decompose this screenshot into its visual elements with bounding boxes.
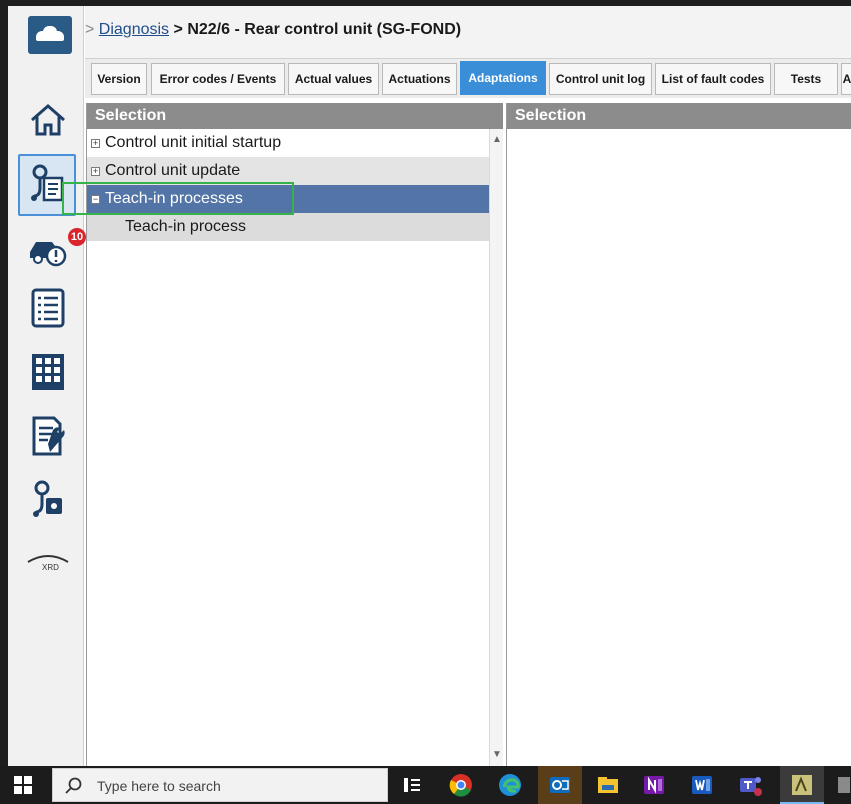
breadcrumb-separator: > (85, 21, 95, 38)
edge-icon[interactable] (496, 771, 524, 799)
home-icon[interactable] (26, 98, 70, 142)
document-wrench-icon[interactable] (26, 414, 70, 458)
expand-icon[interactable]: + (91, 167, 100, 176)
chrome-icon[interactable] (447, 771, 475, 799)
window-frame-left (0, 0, 8, 766)
tree-item-label: Control unit initial startup (105, 134, 282, 151)
tree-item-label: Control unit update (105, 162, 241, 179)
diagnosis-window: 10 XRD > Diagnosis > N22/6 - Rear contro… (0, 0, 851, 804)
grid-icon[interactable] (26, 350, 70, 394)
expand-icon[interactable]: + (91, 139, 100, 148)
taskbar-overflow-icon[interactable] (836, 771, 851, 799)
list-icon[interactable] (26, 286, 70, 330)
scroll-up-icon[interactable]: ▲ (490, 133, 504, 147)
search-icon (65, 777, 82, 794)
app-logo[interactable] (28, 16, 72, 54)
tree-item-control-unit-initial-startup[interactable]: + Control unit initial startup (87, 129, 489, 157)
tab-bar: Version Error codes / Events Actual valu… (85, 58, 851, 98)
tab-adaptations[interactable]: Adaptations (460, 61, 546, 95)
breadcrumb-arrow: > (173, 21, 183, 38)
task-view-icon[interactable] (398, 771, 426, 799)
windows-taskbar: Type here to search (0, 766, 851, 804)
word-icon[interactable] (688, 771, 716, 799)
tab-error-codes-events[interactable]: Error codes / Events (151, 63, 285, 95)
tab-version[interactable]: Version (91, 63, 147, 95)
tab-actuations[interactable]: Actuations (382, 63, 457, 95)
left-sidebar: 10 XRD (8, 6, 86, 766)
vehicle-alert-icon[interactable] (26, 226, 70, 270)
xrd-label: XRD (42, 563, 59, 572)
diagnosis-lock-icon[interactable] (26, 478, 70, 522)
windows-start-icon[interactable] (14, 776, 32, 794)
tree-item-control-unit-update[interactable]: + Control unit update (87, 157, 489, 185)
breadcrumb: > Diagnosis > N22/6 - Rear control unit … (85, 21, 461, 39)
tab-tests[interactable]: Tests (774, 63, 838, 95)
tab-overflow[interactable]: A (841, 63, 851, 95)
outlook-icon[interactable] (546, 771, 574, 799)
alert-count-badge: 10 (68, 228, 86, 246)
right-panel-header: Selection (507, 103, 851, 129)
breadcrumb-link-diagnosis[interactable]: Diagnosis (99, 21, 169, 38)
onenote-icon[interactable] (640, 771, 668, 799)
teams-icon[interactable] (736, 771, 764, 799)
car-logo-icon (36, 26, 64, 41)
page-title: N22/6 - Rear control unit (SG-FOND) (187, 21, 462, 38)
tab-actual-values[interactable]: Actual values (288, 63, 379, 95)
file-explorer-icon[interactable] (594, 771, 622, 799)
tree-item-teach-in-process[interactable]: Teach-in process (87, 213, 489, 241)
scroll-down-icon[interactable]: ▼ (490, 748, 504, 762)
diagnosis-app-icon[interactable] (788, 771, 816, 799)
header: > Diagnosis > N22/6 - Rear control unit … (85, 6, 851, 58)
tab-list-of-fault-codes[interactable]: List of fault codes (655, 63, 771, 95)
left-panel-header: Selection (87, 103, 503, 129)
tree-scrollbar[interactable]: ▲ ▼ (489, 129, 503, 766)
taskbar-search-box[interactable]: Type here to search (52, 768, 388, 802)
selection-detail-panel: Selection (506, 103, 851, 766)
search-placeholder: Type here to search (97, 778, 221, 794)
tab-control-unit-log[interactable]: Control unit log (549, 63, 652, 95)
highlight-annotation (62, 182, 294, 215)
tree-item-label: Teach-in process (125, 218, 246, 235)
